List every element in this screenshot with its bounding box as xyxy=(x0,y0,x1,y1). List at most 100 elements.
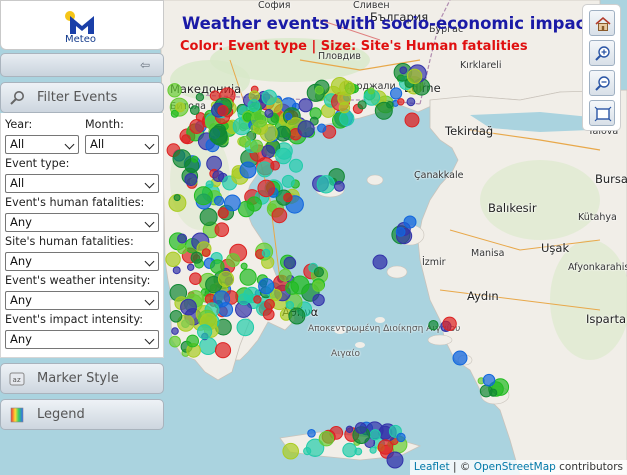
event-marker[interactable] xyxy=(184,173,198,186)
event-marker[interactable] xyxy=(318,431,335,447)
event-marker[interactable] xyxy=(316,175,336,194)
event-marker[interactable] xyxy=(175,102,186,113)
event-marker[interactable] xyxy=(397,98,405,106)
event-marker[interactable] xyxy=(342,442,357,458)
event-marker[interactable] xyxy=(199,337,218,355)
event-marker[interactable] xyxy=(169,335,181,348)
event-marker[interactable] xyxy=(217,207,229,219)
event-marker[interactable] xyxy=(177,243,188,255)
zoom-out-button[interactable] xyxy=(589,70,615,96)
event-marker[interactable] xyxy=(399,66,408,75)
event-marker[interactable] xyxy=(264,298,275,310)
event-marker[interactable] xyxy=(250,139,264,153)
event-marker[interactable] xyxy=(261,89,278,106)
event-marker[interactable] xyxy=(258,278,275,295)
event-marker[interactable] xyxy=(386,451,404,469)
event-marker[interactable] xyxy=(165,251,181,267)
osm-link[interactable]: OpenStreetMap xyxy=(474,461,556,473)
event-marker[interactable] xyxy=(278,268,292,282)
event-marker[interactable] xyxy=(247,99,261,112)
legend-header[interactable]: Legend xyxy=(0,399,164,430)
event-marker[interactable] xyxy=(199,208,218,226)
event-marker[interactable] xyxy=(372,254,388,270)
event-marker[interactable] xyxy=(285,301,295,310)
event-marker[interactable] xyxy=(189,105,200,115)
event-marker[interactable] xyxy=(214,342,232,359)
event-marker[interactable] xyxy=(189,272,202,286)
event-marker[interactable] xyxy=(187,263,195,271)
event-marker[interactable] xyxy=(201,248,211,258)
event-marker[interactable] xyxy=(442,316,457,331)
event-marker[interactable] xyxy=(369,429,381,441)
event-marker[interactable] xyxy=(390,87,403,100)
event-marker[interactable] xyxy=(191,155,199,163)
event-marker[interactable] xyxy=(261,248,271,258)
impact-intensity-select[interactable]: Any xyxy=(5,330,159,349)
home-button[interactable] xyxy=(589,10,615,36)
event-marker[interactable] xyxy=(239,268,257,286)
event-marker[interactable] xyxy=(256,161,273,178)
event-marker[interactable] xyxy=(317,123,327,133)
event-marker[interactable] xyxy=(334,180,345,192)
event-marker[interactable] xyxy=(297,120,315,138)
event-marker[interactable] xyxy=(190,251,203,264)
event-marker[interactable] xyxy=(345,425,354,433)
event-marker[interactable] xyxy=(452,350,468,366)
event-marker[interactable] xyxy=(406,97,416,107)
event-marker[interactable] xyxy=(208,125,228,145)
marker-style-header[interactable]: a z Marker Style xyxy=(0,363,164,394)
event-marker[interactable] xyxy=(482,373,496,387)
event-marker[interactable] xyxy=(195,93,205,102)
event-marker[interactable] xyxy=(169,310,183,323)
event-marker[interactable] xyxy=(377,439,394,455)
event-marker[interactable] xyxy=(489,388,498,397)
event-marker[interactable] xyxy=(313,267,324,278)
event-marker[interactable] xyxy=(428,320,439,331)
event-marker[interactable] xyxy=(177,233,188,244)
event-marker[interactable] xyxy=(262,308,275,321)
collapse-sidebar-button[interactable]: ⇦ xyxy=(0,53,164,77)
event-marker[interactable] xyxy=(171,327,179,335)
event-marker[interactable] xyxy=(218,302,234,317)
event-marker[interactable] xyxy=(242,112,253,122)
filter-events-header[interactable]: Filter Events xyxy=(0,82,164,113)
event-marker[interactable] xyxy=(173,194,181,202)
event-marker[interactable] xyxy=(406,68,423,85)
event-marker[interactable] xyxy=(213,195,225,206)
event-marker[interactable] xyxy=(283,256,297,270)
event-marker[interactable] xyxy=(197,324,213,340)
event-marker[interactable] xyxy=(237,293,250,306)
site-fatalities-select[interactable]: Any xyxy=(5,252,159,271)
event-marker[interactable] xyxy=(224,194,241,212)
event-marker[interactable] xyxy=(236,318,255,337)
event-marker[interactable] xyxy=(275,147,292,165)
event-marker[interactable] xyxy=(239,161,257,179)
event-marker[interactable] xyxy=(212,170,225,183)
event-marker[interactable] xyxy=(210,259,225,274)
event-marker[interactable] xyxy=(205,180,214,189)
event-marker[interactable] xyxy=(246,196,262,212)
event-marker[interactable] xyxy=(357,100,367,110)
event-marker[interactable] xyxy=(312,280,325,292)
event-marker[interactable] xyxy=(339,110,355,127)
event-marker[interactable] xyxy=(339,80,355,96)
event-marker[interactable] xyxy=(369,446,377,454)
month-select[interactable]: All xyxy=(85,135,159,154)
event-marker[interactable] xyxy=(404,112,420,128)
event-marker[interactable] xyxy=(193,186,213,206)
event-marker[interactable] xyxy=(217,105,229,117)
event-marker[interactable] xyxy=(186,334,200,348)
event-marker[interactable] xyxy=(282,442,300,460)
event-marker[interactable] xyxy=(180,298,197,316)
event-marker[interactable] xyxy=(239,135,251,148)
weather-intensity-select[interactable]: Any xyxy=(5,291,159,310)
event-marker[interactable] xyxy=(298,98,313,113)
event-marker[interactable] xyxy=(289,158,303,173)
event-fatalities-select[interactable]: Any xyxy=(5,213,159,232)
event-marker[interactable] xyxy=(181,134,191,144)
event-type-select[interactable]: All xyxy=(5,174,159,193)
event-marker[interactable] xyxy=(217,270,235,288)
event-marker[interactable] xyxy=(354,422,367,434)
event-marker[interactable] xyxy=(172,149,192,169)
event-marker[interactable] xyxy=(271,207,288,224)
